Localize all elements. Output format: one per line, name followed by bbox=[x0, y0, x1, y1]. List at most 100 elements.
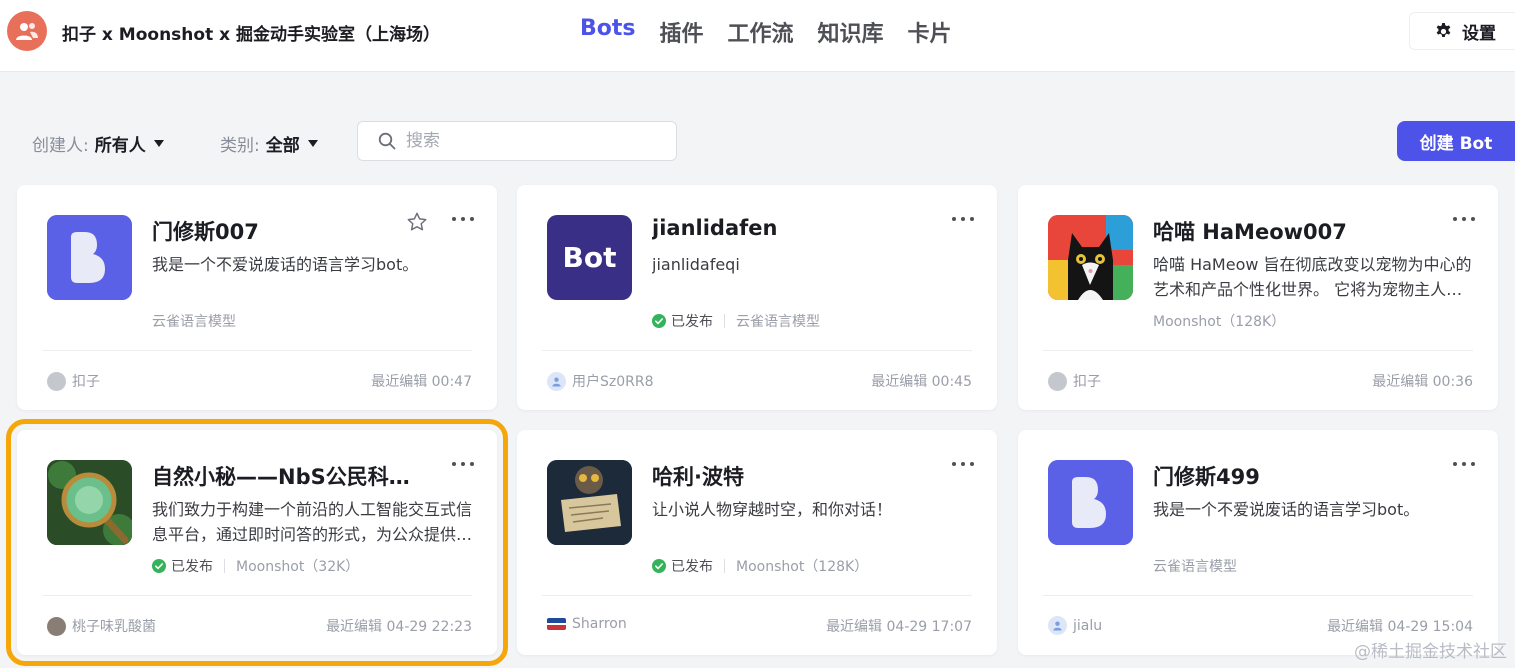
bot-creator: 扣子 bbox=[47, 371, 100, 391]
bot-description: jianlidafeqi bbox=[652, 255, 740, 274]
published-status: 已发布 bbox=[152, 556, 213, 576]
bot-description: 我们致力于构建一个前沿的人工智能交互式信息平台，通过即时问答的形式，为公众提供信… bbox=[152, 500, 473, 544]
creator-filter-label: 创建人: bbox=[32, 136, 89, 156]
category-filter-label: 类别: bbox=[220, 136, 260, 156]
bot-logo-icon bbox=[47, 215, 132, 300]
more-options-button[interactable] bbox=[952, 456, 974, 472]
creator-filter-value: 所有人 bbox=[94, 136, 146, 156]
team-icon bbox=[16, 23, 38, 40]
bot-description: 我是一个不爱说废话的语言学习bot。 bbox=[1153, 500, 1420, 519]
nav-bots[interactable]: Bots bbox=[580, 16, 636, 48]
creator-name: 扣子 bbox=[72, 374, 100, 390]
last-edited: 最近编辑 04-29 22:23 bbox=[326, 619, 472, 635]
bot-model: 云雀语言模型 bbox=[1153, 559, 1237, 575]
bot-model: Moonshot（128K） bbox=[1153, 314, 1286, 330]
more-options-button[interactable] bbox=[452, 211, 474, 227]
settings-label: 设置 bbox=[1462, 23, 1496, 44]
create-bot-button[interactable]: 创建 Bot bbox=[1397, 121, 1515, 161]
category-filter[interactable]: 类别: 全部 bbox=[220, 131, 318, 156]
bot-title: jianlidafen bbox=[652, 216, 778, 240]
bot-card[interactable]: 自然小秘——NbS公民科学助手 我们致力于构建一个前沿的人工智能交互式信息平台，… bbox=[6, 419, 508, 666]
more-options-button[interactable] bbox=[952, 211, 974, 227]
card-divider bbox=[542, 595, 972, 596]
workspace-name[interactable]: 扣子 x Moonshot x 掘金动手实验室（上海场） bbox=[62, 20, 440, 45]
bot-description: 让小说人物穿越时空，和你对话！ bbox=[652, 500, 893, 519]
bot-avatar bbox=[47, 460, 132, 545]
search-box bbox=[357, 121, 677, 161]
more-options-button[interactable] bbox=[452, 456, 474, 472]
bot-card[interactable]: 哈利·波特 让小说人物穿越时空，和你对话！ 已发布 Moonshot（128K）… bbox=[517, 430, 997, 655]
bot-creator: 用户Sz0RR8 bbox=[547, 371, 654, 391]
card-divider bbox=[542, 350, 972, 351]
nav-plugins[interactable]: 插件 bbox=[660, 16, 704, 48]
bot-avatar: Bot bbox=[547, 215, 632, 300]
workspace-avatar[interactable] bbox=[7, 11, 47, 51]
bot-meta: 云雀语言模型 bbox=[152, 311, 236, 331]
last-edited: 最近编辑 04-29 17:07 bbox=[826, 619, 972, 635]
creator-name: 扣子 bbox=[1073, 374, 1101, 390]
published-status: 已发布 bbox=[652, 311, 713, 331]
meta-separator bbox=[724, 314, 725, 328]
bot-model: Moonshot（32K） bbox=[236, 559, 360, 575]
owl-letter-icon bbox=[547, 460, 632, 545]
bot-creator: 扣子 bbox=[1048, 371, 1101, 391]
more-options-button[interactable] bbox=[1453, 456, 1475, 472]
bot-creator: Sharron bbox=[547, 616, 627, 632]
bot-creator: 桃子味乳酸菌 bbox=[47, 616, 156, 636]
cat-illustration-icon bbox=[1048, 215, 1133, 300]
nav-knowledge[interactable]: 知识库 bbox=[818, 16, 884, 48]
last-edited: 最近编辑 00:45 bbox=[871, 374, 972, 390]
published-label: 已发布 bbox=[171, 559, 213, 575]
published-label: 已发布 bbox=[671, 314, 713, 330]
bot-model: Moonshot（128K） bbox=[736, 559, 869, 575]
nav-cards[interactable]: 卡片 bbox=[908, 16, 952, 48]
check-circle-icon bbox=[652, 314, 666, 328]
caret-down-icon bbox=[153, 140, 164, 147]
more-options-button[interactable] bbox=[1453, 211, 1475, 227]
creator-name: jialu bbox=[1073, 617, 1103, 634]
published-status: 已发布 bbox=[652, 556, 713, 576]
creator-avatar bbox=[547, 618, 566, 630]
creator-filter[interactable]: 创建人: 所有人 bbox=[32, 131, 164, 156]
meta-separator bbox=[224, 559, 225, 573]
top-header: 扣子 x Moonshot x 掘金动手实验室（上海场） Bots 插件 工作流… bbox=[0, 0, 1515, 72]
creator-name: 用户Sz0RR8 bbox=[572, 374, 654, 390]
settings-button[interactable]: 设置 bbox=[1409, 12, 1515, 50]
bot-card[interactable]: 门修斯499 我是一个不爱说废话的语言学习bot。 云雀语言模型 jialu 最… bbox=[1018, 430, 1498, 655]
bot-meta: 已发布 云雀语言模型 bbox=[652, 311, 820, 331]
watermark: @稀土掘金技术社区 bbox=[1354, 642, 1507, 662]
creator-avatar bbox=[47, 616, 66, 636]
user-icon bbox=[1053, 621, 1062, 631]
bot-logo-icon bbox=[1048, 460, 1133, 545]
creator-avatar bbox=[47, 371, 66, 391]
bot-avatar bbox=[547, 460, 632, 545]
bot-meta: 已发布 Moonshot（32K） bbox=[152, 556, 359, 576]
star-icon bbox=[407, 212, 427, 231]
creator-name: 桃子味乳酸菌 bbox=[72, 619, 156, 635]
published-label: 已发布 bbox=[671, 559, 713, 575]
meta-separator bbox=[724, 559, 725, 573]
nav-workflows[interactable]: 工作流 bbox=[728, 16, 794, 48]
search-input[interactable] bbox=[406, 131, 646, 151]
bot-title: 自然小秘——NbS公民科学助手 bbox=[152, 465, 412, 489]
bot-card[interactable]: 门修斯007 我是一个不爱说废话的语言学习bot。 云雀语言模型 扣子 最近编辑… bbox=[17, 185, 497, 410]
card-divider bbox=[42, 350, 472, 351]
bot-meta: Moonshot（128K） bbox=[1153, 311, 1285, 331]
bot-card[interactable]: Bot jianlidafen jianlidafeqi 已发布 云雀语言模型 … bbox=[517, 185, 997, 410]
last-edited: 最近编辑 04-29 15:04 bbox=[1327, 619, 1473, 635]
favorite-button[interactable] bbox=[406, 211, 428, 237]
category-filter-value: 全部 bbox=[265, 136, 300, 156]
bot-title: 哈喵 HaMeow007 bbox=[1153, 220, 1347, 244]
creator-avatar bbox=[547, 371, 566, 391]
creator-avatar bbox=[1048, 616, 1067, 635]
last-edited: 最近编辑 00:36 bbox=[1372, 374, 1473, 390]
main-nav: Bots 插件 工作流 知识库 卡片 bbox=[580, 16, 952, 48]
creator-name: Sharron bbox=[572, 616, 627, 632]
bot-avatar bbox=[1048, 215, 1133, 300]
bot-card[interactable]: 哈喵 HaMeow007 哈喵 HaMeow 旨在彻底改变以宠物为中心的艺术和产… bbox=[1018, 185, 1498, 410]
bot-title: 门修斯499 bbox=[1153, 465, 1260, 489]
bot-model: 云雀语言模型 bbox=[152, 314, 236, 330]
bot-title: 哈利·波特 bbox=[652, 465, 744, 489]
magnifier-nature-icon bbox=[47, 460, 132, 545]
bot-meta: 云雀语言模型 bbox=[1153, 556, 1237, 576]
